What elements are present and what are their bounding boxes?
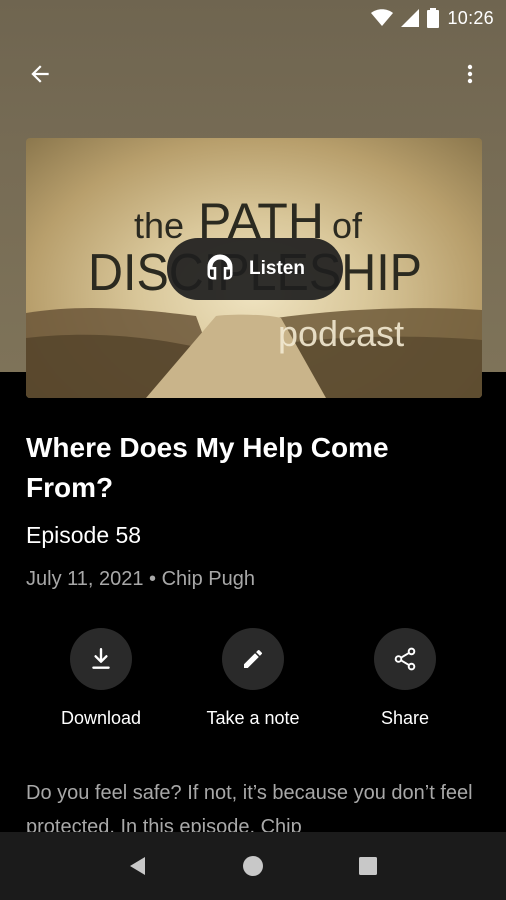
take-note-button[interactable]: Take a note: [178, 628, 328, 729]
episode-actions: Download Take a note Share: [0, 628, 506, 738]
listen-label: Listen: [249, 258, 305, 279]
status-bar: 10:26: [0, 0, 506, 36]
download-label: Download: [60, 708, 142, 728]
signal-icon: [401, 9, 420, 27]
more-vert-icon[interactable]: [450, 54, 490, 94]
headphones-icon: [205, 252, 235, 287]
recents-square-icon[interactable]: [344, 842, 392, 890]
download-button[interactable]: Download: [26, 628, 176, 729]
take-note-label: Take a note: [206, 708, 300, 728]
pencil-icon: [222, 628, 284, 690]
share-label: Share: [380, 708, 430, 728]
episode-number: Episode 58: [26, 522, 142, 548]
artwork-subtitle: podcast: [278, 313, 404, 354]
system-nav-bar: [0, 832, 506, 900]
app-bar: [0, 44, 506, 104]
home-circle-icon[interactable]: [229, 842, 277, 890]
battery-icon: [427, 8, 440, 28]
wifi-icon: [371, 9, 394, 27]
share-button[interactable]: Share: [330, 628, 480, 729]
episode-title: Where Does My Help Come From?: [26, 432, 389, 503]
listen-button[interactable]: Listen: [167, 238, 343, 300]
back-triangle-icon[interactable]: [114, 842, 162, 890]
episode-meta: July 11, 2021 • Chip Pugh: [26, 568, 256, 590]
share-icon: [374, 628, 436, 690]
download-icon: [70, 628, 132, 690]
status-time: 10:26: [447, 7, 494, 28]
arrow-left-icon[interactable]: [20, 54, 60, 94]
artwork-title-of: of: [332, 205, 363, 246]
artwork-title-the: the: [134, 205, 184, 246]
